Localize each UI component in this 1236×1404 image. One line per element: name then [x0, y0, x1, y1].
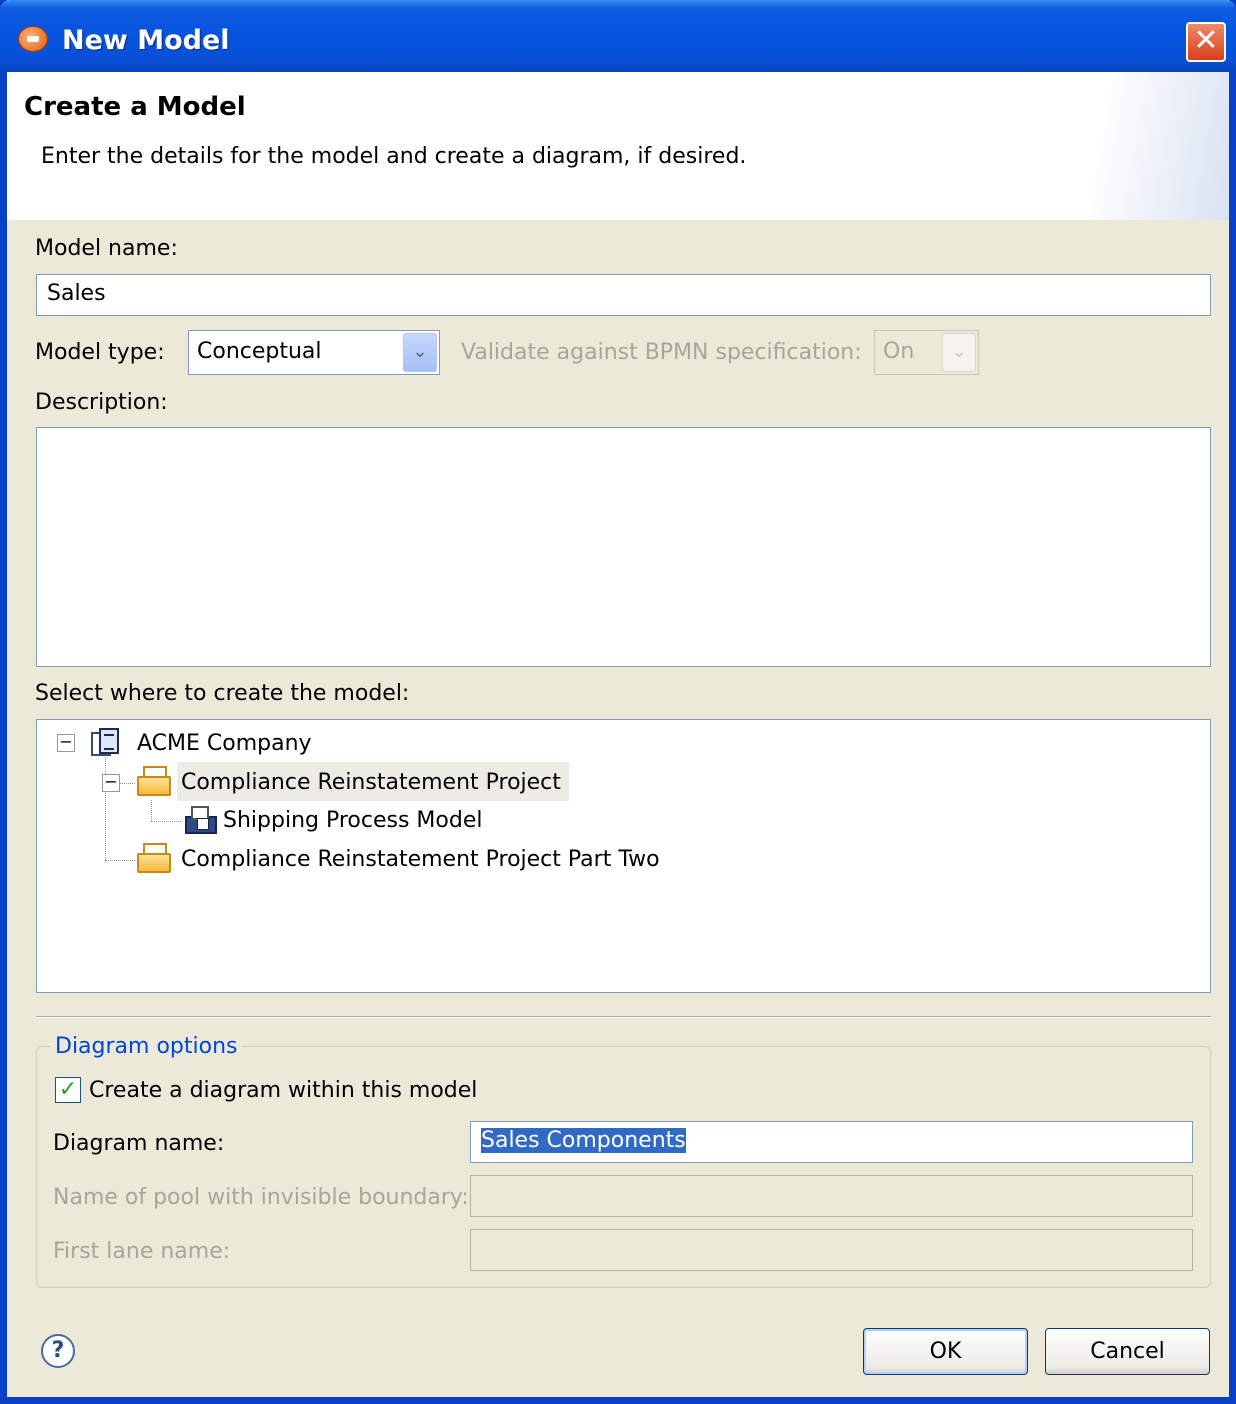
pool-name-label: Name of pool with invisible boundary:: [53, 1185, 469, 1210]
model-icon: [183, 804, 219, 836]
ok-button[interactable]: OK: [863, 1328, 1028, 1375]
create-diagram-label[interactable]: Create a diagram within this model: [89, 1078, 477, 1103]
tree-connector: [105, 754, 106, 860]
title-bar[interactable]: New Model ✕: [0, 0, 1236, 72]
validate-bpmn-label: Validate against BPMN specification:: [461, 340, 862, 365]
close-button[interactable]: ✕: [1186, 22, 1226, 62]
tree-connector: [105, 860, 135, 861]
tree-collapse-toggle[interactable]: −: [102, 774, 120, 792]
model-type-label: Model type:: [35, 340, 165, 365]
first-lane-input[interactable]: [470, 1229, 1193, 1271]
app-icon: [18, 26, 48, 52]
folder-icon: [137, 843, 171, 873]
page-description: Enter the details for the model and crea…: [41, 144, 747, 169]
validate-bpmn-value: On: [883, 339, 915, 364]
tree-item-shipping-model[interactable]: Shipping Process Model: [223, 808, 482, 833]
cancel-button[interactable]: Cancel: [1045, 1328, 1210, 1375]
description-textarea[interactable]: [36, 427, 1211, 667]
diagram-name-value: Sales Components: [481, 1128, 686, 1153]
new-model-dialog: New Model ✕ Create a Model Enter the det…: [0, 0, 1236, 1404]
window-title: New Model: [62, 25, 230, 56]
diagram-name-label: Diagram name:: [53, 1131, 225, 1156]
model-type-select[interactable]: Conceptual ⌄: [188, 330, 440, 375]
create-diagram-checkbox[interactable]: ✓: [55, 1077, 81, 1103]
description-label: Description:: [35, 390, 168, 415]
tree-item-compliance-project[interactable]: Compliance Reinstatement Project: [181, 770, 561, 795]
chevron-down-icon[interactable]: ⌄: [403, 333, 437, 372]
first-lane-label: First lane name:: [53, 1239, 231, 1264]
model-type-value: Conceptual: [197, 339, 322, 364]
location-label: Select where to create the model:: [35, 681, 410, 706]
page-title: Create a Model: [24, 92, 246, 122]
chevron-down-icon[interactable]: ⌄: [942, 333, 976, 372]
company-icon: [91, 728, 121, 758]
tree-connector: [151, 821, 181, 822]
pool-name-input[interactable]: [470, 1175, 1193, 1217]
tree-item-acme-company[interactable]: ACME Company: [137, 731, 312, 756]
folder-icon: [137, 766, 171, 796]
wizard-header: Create a Model Enter the details for the…: [7, 72, 1229, 220]
checkmark-icon: ✓: [58, 1077, 78, 1102]
model-name-input[interactable]: Sales: [36, 274, 1211, 316]
close-icon: ✕: [1193, 23, 1219, 58]
diagram-name-input[interactable]: Sales Components: [470, 1121, 1193, 1163]
diagram-options-title: Diagram options: [51, 1034, 242, 1059]
tree-connector: [151, 800, 152, 821]
separator: [36, 1016, 1211, 1018]
tree-collapse-toggle[interactable]: −: [57, 734, 75, 752]
model-name-label: Model name:: [35, 236, 178, 261]
validate-bpmn-select[interactable]: On ⌄: [874, 330, 979, 375]
help-icon[interactable]: ?: [41, 1334, 75, 1368]
model-name-value: Sales: [47, 281, 106, 306]
tree-item-compliance-project-part-two[interactable]: Compliance Reinstatement Project Part Tw…: [181, 847, 660, 872]
